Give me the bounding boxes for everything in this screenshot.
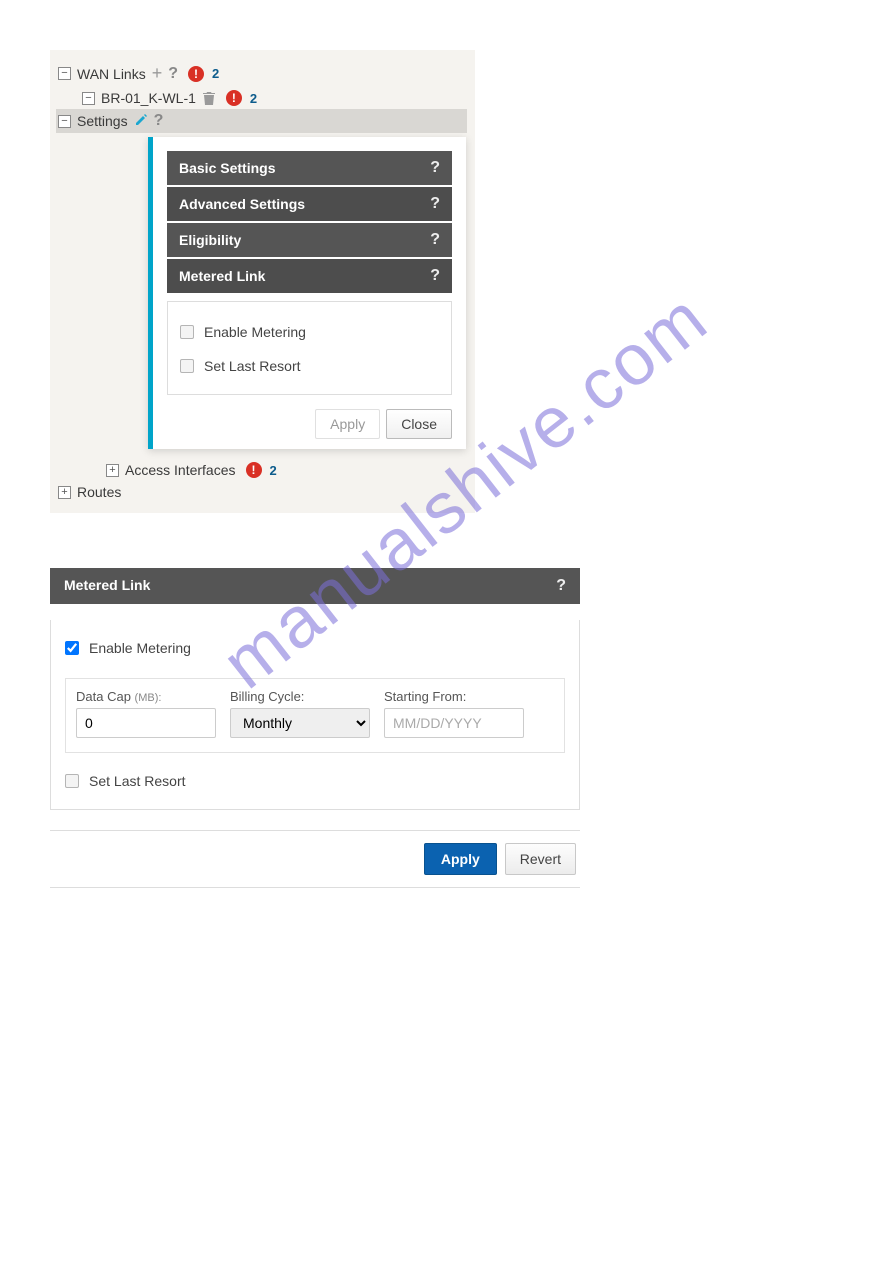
accordion-label: Eligibility [179, 232, 241, 248]
tree-label-br-01: BR-01_K-WL-1 [101, 90, 196, 106]
accordion-label: Basic Settings [179, 160, 275, 176]
alert-icon[interactable]: ! [246, 462, 262, 478]
help-icon[interactable]: ? [430, 159, 440, 177]
metering-fields: Data Cap (MB): Billing Cycle: Monthly St… [65, 678, 565, 753]
tree-node-settings[interactable]: − Settings ? [56, 109, 467, 133]
billing-cycle-label: Billing Cycle: [230, 689, 370, 704]
apply-button[interactable]: Apply [315, 409, 380, 439]
enable-metering-checkbox[interactable] [65, 641, 79, 655]
tree-node-br-01[interactable]: − BR-01_K-WL-1 ! 2 [58, 87, 467, 109]
billing-cycle-select[interactable]: Monthly [230, 708, 370, 738]
checkbox-unchecked-icon[interactable] [180, 359, 194, 373]
accordion-label: Advanced Settings [179, 196, 305, 212]
accordion-metered-link[interactable]: Metered Link ? [167, 259, 452, 293]
accordion-eligibility[interactable]: Eligibility ? [167, 223, 452, 257]
billing-cycle-field: Billing Cycle: Monthly [230, 689, 370, 738]
tree-node-routes[interactable]: + Routes [58, 481, 467, 503]
help-icon[interactable]: ? [430, 195, 440, 213]
bottom-actions: Apply Revert [50, 830, 580, 888]
alert-count: 2 [270, 463, 277, 478]
tree-label-routes: Routes [77, 484, 121, 500]
accordion-advanced-settings[interactable]: Advanced Settings ? [167, 187, 452, 221]
revert-button[interactable]: Revert [505, 843, 576, 875]
set-last-resort-label: Set Last Resort [89, 773, 186, 789]
accordion-label: Metered Link [179, 268, 265, 284]
starting-from-field: Starting From: [384, 689, 524, 738]
set-last-resort-row[interactable]: Set Last Resort [180, 358, 439, 374]
help-icon[interactable]: ? [168, 65, 178, 83]
enable-metering-row[interactable]: Enable Metering [180, 324, 439, 340]
alert-icon[interactable]: ! [226, 90, 242, 106]
panel-header-metered-link[interactable]: Metered Link ? [50, 568, 580, 604]
expand-icon[interactable]: + [58, 486, 71, 499]
data-cap-field: Data Cap (MB): [76, 689, 216, 738]
popup-actions: Apply Close [167, 409, 452, 439]
collapse-icon[interactable]: − [58, 67, 71, 80]
tree-label-wan-links: WAN Links [77, 66, 146, 82]
checkbox-unchecked-icon[interactable] [180, 325, 194, 339]
starting-from-input[interactable] [384, 708, 524, 738]
metered-link-panel: Metered Link ? Enable Metering Data Cap … [50, 568, 580, 830]
alert-icon[interactable]: ! [188, 66, 204, 82]
tree-label-settings: Settings [77, 113, 128, 129]
alert-count: 2 [212, 66, 219, 81]
enable-metering-row[interactable]: Enable Metering [65, 640, 565, 656]
close-button[interactable]: Close [386, 409, 452, 439]
starting-from-label: Starting From: [384, 689, 524, 704]
panel-title: Metered Link [64, 577, 150, 595]
help-icon[interactable]: ? [430, 231, 440, 249]
tree-node-access-interfaces[interactable]: + Access Interfaces ! 2 [58, 459, 467, 481]
data-cap-label: Data Cap (MB): [76, 689, 216, 704]
expand-icon[interactable]: + [106, 464, 119, 477]
collapse-icon[interactable]: − [58, 115, 71, 128]
help-icon[interactable]: ? [556, 577, 566, 595]
checkbox-unchecked-icon[interactable] [65, 774, 79, 788]
settings-popup: Basic Settings ? Advanced Settings ? Eli… [148, 137, 466, 449]
add-icon[interactable]: + [152, 63, 163, 84]
enable-metering-label: Enable Metering [204, 324, 306, 340]
help-icon[interactable]: ? [430, 267, 440, 285]
data-cap-input[interactable] [76, 708, 216, 738]
edit-icon[interactable] [134, 113, 148, 130]
accordion-basic-settings[interactable]: Basic Settings ? [167, 151, 452, 185]
tree-panel: − WAN Links + ? ! 2 − BR-01_K-WL-1 ! 2 −… [50, 50, 475, 513]
help-icon[interactable]: ? [154, 112, 164, 130]
apply-button[interactable]: Apply [424, 843, 497, 875]
set-last-resort-row[interactable]: Set Last Resort [65, 773, 565, 789]
panel-body: Enable Metering Data Cap (MB): Billing C… [50, 620, 580, 810]
set-last-resort-label: Set Last Resort [204, 358, 301, 374]
tree-node-wan-links[interactable]: − WAN Links + ? ! 2 [58, 60, 467, 87]
enable-metering-label: Enable Metering [89, 640, 191, 656]
alert-count: 2 [250, 91, 257, 106]
tree-label-access-interfaces: Access Interfaces [125, 462, 236, 478]
metered-link-body: Enable Metering Set Last Resort [167, 301, 452, 395]
trash-icon[interactable] [202, 90, 216, 106]
collapse-icon[interactable]: − [82, 92, 95, 105]
